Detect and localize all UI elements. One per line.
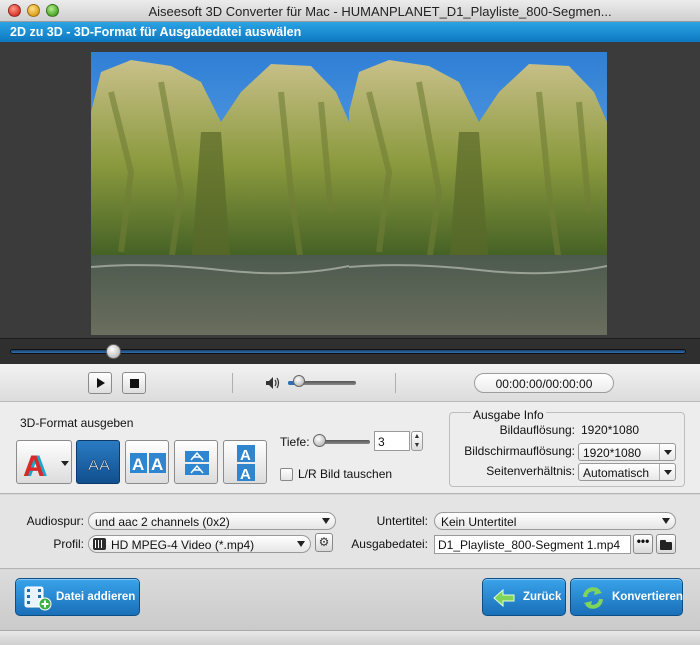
format-side-by-side-full-button[interactable]: A A (125, 440, 169, 484)
audio-track-label: Audiospur: (26, 514, 84, 528)
side-by-side-half-icon: AA (88, 457, 111, 475)
divider (232, 373, 233, 393)
time-display: 00:00:00/00:00:00 (474, 373, 614, 393)
format-panel-label: 3D-Format ausgeben (20, 416, 134, 430)
back-arrow-icon (493, 588, 515, 608)
preview-right-eye (349, 52, 607, 335)
swap-lr-checkbox[interactable] (280, 468, 293, 481)
audio-track-select[interactable]: und aac 2 channels (0x2) (88, 512, 336, 530)
seek-bar[interactable] (0, 338, 700, 364)
audio-track-value: und aac 2 channels (0x2) (95, 515, 230, 529)
subtitle-select[interactable]: Kein Untertitel (434, 512, 676, 530)
minimize-window-button[interactable] (27, 4, 40, 17)
aspect-ratio-label: Seitenverhältnis: (486, 464, 575, 478)
output-options-panel: Audiospur: und aac 2 channels (0x2) Prof… (0, 495, 700, 569)
back-button[interactable]: Zurück (482, 578, 566, 616)
player-controls: 00:00:00/00:00:00 (0, 364, 700, 402)
svg-text:A: A (240, 466, 251, 483)
output-info-title: Ausgabe Info (471, 408, 546, 422)
convert-label: Konvertieren (612, 591, 683, 603)
add-file-button[interactable]: Datei addieren (15, 578, 140, 616)
resolution-value: 1920*1080 (581, 423, 640, 437)
gear-icon: ⚙ (318, 535, 330, 549)
profile-value: HD MPEG-4 Video (*.mp4) (111, 538, 255, 552)
divider (395, 373, 396, 393)
side-by-side-full-icon: A A (130, 453, 166, 474)
video-file-icon (93, 538, 106, 550)
screen-resolution-select[interactable]: 1920*1080 (578, 443, 676, 461)
format-side-by-side-half-button[interactable]: AA (76, 440, 120, 484)
svg-text:A: A (23, 450, 45, 483)
svg-text:A: A (132, 455, 144, 474)
format-top-bottom-full-button[interactable]: A A (223, 440, 267, 484)
depth-label: Tiefe: (280, 435, 310, 449)
anaglyph-icon: A A (23, 450, 69, 483)
app-window: Aiseesoft 3D Converter für Mac - HUMANPL… (0, 0, 700, 645)
browse-dots-button[interactable]: ••• (633, 534, 653, 554)
svg-text:A: A (151, 455, 163, 474)
volume-icon (266, 377, 280, 389)
subtitle-label: Untertitel: (376, 514, 428, 528)
format-anaglyph-button[interactable]: A A (16, 440, 72, 484)
depth-value-field[interactable]: 3 (374, 431, 410, 451)
close-window-button[interactable] (8, 4, 21, 17)
format-top-bottom-half-button[interactable] (174, 440, 218, 484)
svg-text:A: A (240, 447, 251, 464)
top-bottom-full-icon: A A (237, 445, 255, 483)
resolution-label: Bildauflösung: (499, 423, 575, 437)
screen-resolution-label: Bildschirmauflösung: (464, 444, 575, 458)
chevron-down-icon (297, 541, 305, 547)
section-header: 2D zu 3D - 3D-Format für Ausgabedatei au… (0, 22, 700, 42)
add-film-icon (24, 586, 52, 611)
open-folder-button[interactable] (656, 534, 676, 554)
subtitle-value: Kein Untertitel (441, 515, 517, 529)
play-button[interactable] (88, 372, 112, 394)
aspect-ratio-select[interactable]: Automatisch (578, 463, 676, 481)
title-bar: Aiseesoft 3D Converter für Mac - HUMANPL… (0, 0, 700, 22)
preview-left-eye (91, 52, 349, 335)
swap-lr-label: L/R Bild tauschen (298, 467, 393, 481)
chevron-down-icon (662, 518, 670, 524)
format-panel: 3D-Format ausgeben A A AA A A A A Tiefe:… (0, 402, 700, 494)
chevron-down-icon (659, 464, 675, 480)
status-strip (0, 630, 700, 645)
video-preview (0, 42, 700, 338)
chevron-down-icon (659, 444, 675, 460)
convert-refresh-icon (583, 587, 603, 609)
aspect-ratio-value: Automatisch (583, 466, 650, 480)
convert-button[interactable]: Konvertieren (570, 578, 683, 616)
profile-select[interactable]: HD MPEG-4 Video (*.mp4) (88, 535, 311, 553)
profile-label: Profil: (53, 537, 84, 551)
depth-stepper[interactable]: ▲ ▼ (411, 431, 423, 451)
chevron-down-icon (322, 518, 330, 524)
stop-button[interactable] (122, 372, 146, 394)
volume-handle[interactable] (293, 375, 305, 387)
add-file-label: Datei addieren (56, 591, 136, 603)
seek-handle[interactable] (106, 344, 121, 359)
output-file-field[interactable]: D1_Playliste_800-Segment 1.mp4 (434, 535, 631, 554)
back-label: Zurück (523, 591, 562, 603)
svg-text:AA: AA (88, 457, 110, 474)
screen-resolution-value: 1920*1080 (583, 446, 642, 460)
depth-handle[interactable] (313, 434, 326, 447)
zoom-window-button[interactable] (46, 4, 59, 17)
top-bottom-half-icon (185, 451, 209, 475)
window-title: Aiseesoft 3D Converter für Mac - HUMANPL… (148, 4, 612, 19)
output-file-label: Ausgabedatei: (351, 537, 428, 551)
